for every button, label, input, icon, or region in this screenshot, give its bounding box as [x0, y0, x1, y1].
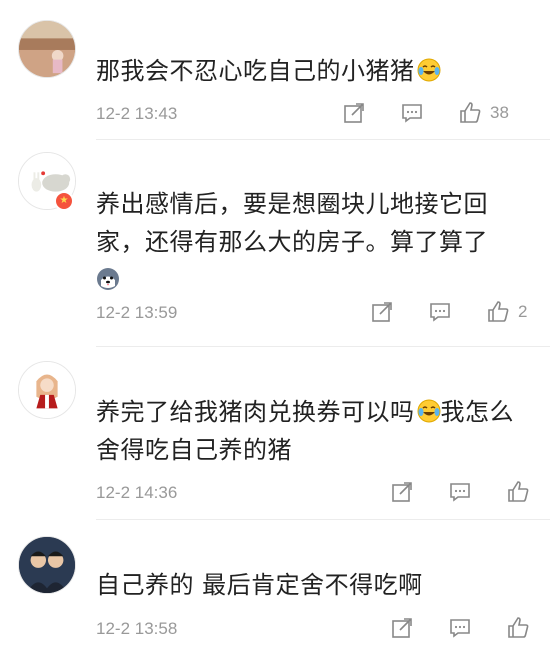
timestamp: 12-2 13:43	[96, 104, 178, 123]
comment-item: 养完了给我猪肉兑换券可以吗 我怎么舍得吃自己养的猪 12-2 14:36	[0, 347, 550, 520]
comment-actions: 38	[340, 100, 550, 126]
avatar[interactable]	[18, 20, 76, 78]
star-badge-icon: ★	[54, 191, 74, 211]
comment-actions	[390, 479, 550, 505]
repost-button[interactable]	[390, 616, 414, 640]
laugh-cry-emoji	[417, 399, 441, 423]
like-count: 2	[518, 302, 528, 321]
timestamp: 12-2 13:58	[96, 619, 178, 638]
comment-icon	[450, 619, 470, 638]
like-button[interactable]: 38	[458, 101, 509, 125]
comment-icon	[450, 483, 470, 502]
comment-item: 自己养的 最后肯定舍不得吃啊 12-2 13:58	[0, 520, 550, 662]
laugh-cry-emoji	[417, 58, 441, 82]
avatar[interactable]	[18, 361, 76, 419]
comment-text: 自己养的 最后肯定舍不得吃啊	[96, 571, 423, 599]
like-button[interactable]	[506, 480, 538, 504]
thumbs-up-icon	[508, 617, 529, 638]
comment-button[interactable]	[448, 616, 472, 640]
husky-dog-emoji	[96, 267, 120, 291]
comment-icon	[430, 303, 450, 322]
like-button[interactable]	[506, 616, 538, 640]
comment-icon	[402, 104, 422, 123]
comment-text: 养出感情后，要是想圈块儿地接它回家，还得有那么大的房子。算了算了	[96, 185, 528, 299]
repost-button[interactable]	[342, 101, 366, 125]
avatar[interactable]	[18, 536, 76, 594]
comment-text: 养完了给我猪肉兑换券可以吗 我怎么舍得吃自己养的猪	[96, 398, 514, 464]
timestamp: 12-2 13:59	[96, 303, 178, 322]
comment-actions: 2	[370, 299, 550, 325]
comment-item: 那我会不忍心吃自己的小猪猪 12-2 13:43 38	[0, 0, 550, 140]
repost-button[interactable]	[370, 300, 394, 324]
thumbs-up-icon	[508, 481, 529, 502]
timestamp: 12-2 14:36	[96, 483, 178, 502]
comment-item: ★ 养出感情后，要是想圈块儿地接它回家，还得有那么大的房子。算了算了 12-2 …	[0, 140, 550, 347]
repost-icon	[392, 618, 412, 638]
comment-button[interactable]	[428, 300, 452, 324]
thumbs-up-icon	[460, 102, 481, 123]
comment-button[interactable]	[400, 101, 424, 125]
two-people-avatar-image	[19, 537, 75, 593]
thumbs-up-icon	[488, 301, 509, 322]
repost-icon	[372, 302, 392, 322]
comment-button[interactable]	[448, 480, 472, 504]
like-button[interactable]: 2	[486, 300, 527, 324]
comment-text: 那我会不忍心吃自己的小猪猪	[96, 52, 528, 90]
repost-icon	[392, 482, 412, 502]
repost-icon	[344, 103, 364, 123]
like-count: 38	[490, 103, 509, 122]
landscape-avatar-image	[19, 21, 75, 77]
comment-actions	[390, 615, 550, 641]
anime-girl-avatar-image	[19, 362, 75, 418]
repost-button[interactable]	[390, 480, 414, 504]
